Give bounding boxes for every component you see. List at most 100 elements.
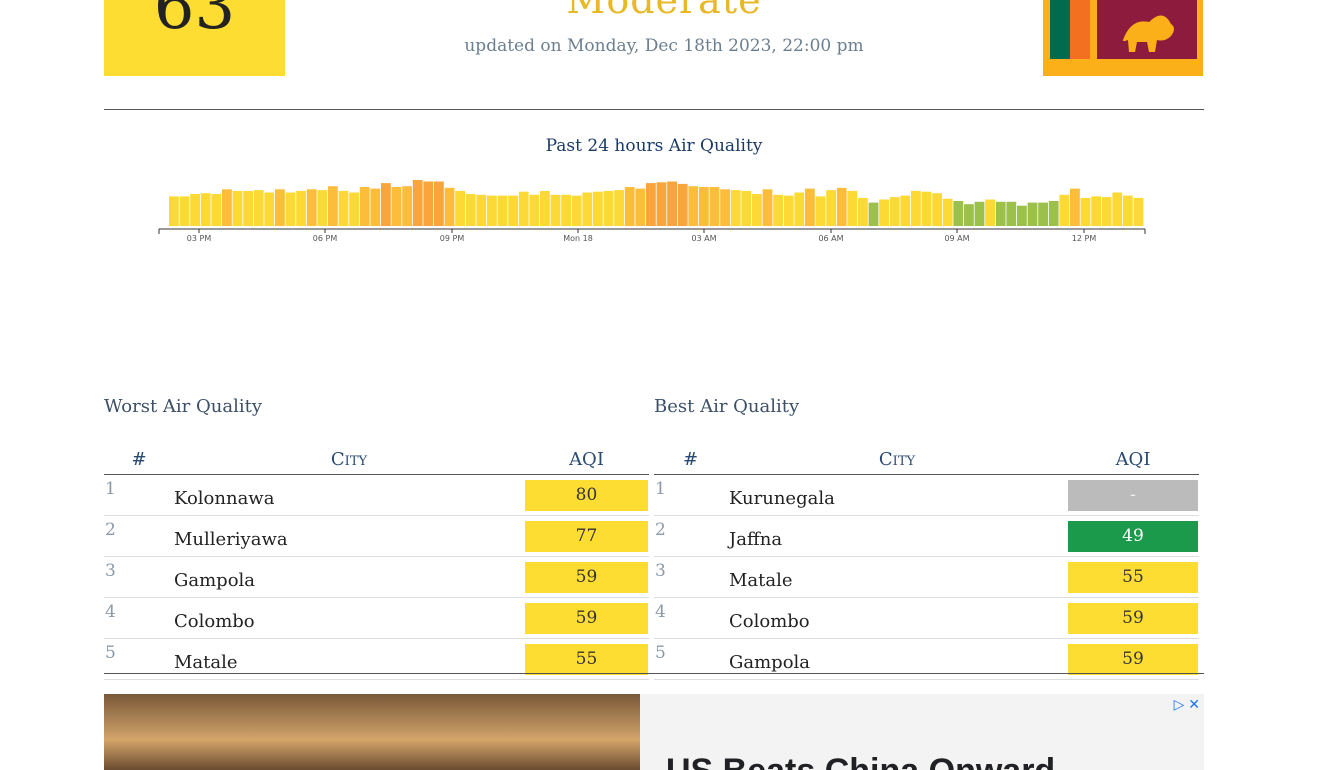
chart-bar[interactable] — [487, 195, 497, 226]
chart-bar[interactable] — [773, 194, 783, 226]
chart-bar[interactable] — [550, 194, 561, 226]
chart-bar[interactable] — [995, 201, 1006, 226]
chart-bar[interactable] — [646, 183, 656, 226]
chart-bar[interactable] — [942, 198, 953, 226]
chart-bar[interactable] — [624, 187, 635, 226]
chart-bar[interactable] — [370, 188, 381, 226]
chart-bar[interactable] — [953, 201, 964, 226]
chart-bar[interactable] — [762, 189, 773, 226]
chart-bar[interactable] — [476, 194, 487, 226]
chart-bar[interactable] — [635, 188, 646, 226]
chart-bar[interactable] — [741, 190, 752, 226]
chart-bar[interactable] — [900, 195, 911, 226]
table-row[interactable]: 1 Kolonnawa 80 — [104, 474, 649, 516]
chart-bar[interactable] — [1006, 201, 1017, 226]
chart-bar[interactable] — [815, 196, 826, 226]
chart-bar[interactable] — [1133, 197, 1144, 226]
chart-bar[interactable] — [412, 180, 423, 226]
chart-bar[interactable] — [423, 181, 434, 227]
chart-bar[interactable] — [656, 182, 667, 226]
chart-bar[interactable] — [328, 186, 338, 226]
city-link[interactable]: Colombo — [727, 597, 1067, 639]
chart-bar[interactable] — [985, 199, 995, 227]
chart-bar[interactable] — [805, 188, 815, 226]
chart-bar[interactable] — [677, 183, 688, 226]
chart-bar[interactable] — [752, 194, 762, 226]
chart-bar[interactable] — [1027, 202, 1038, 226]
chart-bar[interactable] — [1101, 197, 1112, 226]
chart-bar[interactable] — [603, 190, 614, 226]
chart-bar[interactable] — [434, 181, 444, 227]
chart-bar[interactable] — [200, 193, 211, 226]
chart-bar[interactable] — [1091, 196, 1101, 226]
chart-bar[interactable] — [179, 196, 190, 226]
chart-bar[interactable] — [1017, 205, 1027, 226]
chart-bar[interactable] — [593, 191, 603, 226]
chart-bar[interactable] — [497, 195, 508, 226]
chart-bar[interactable] — [974, 201, 985, 226]
chart-bar[interactable] — [391, 187, 402, 226]
chart-bar[interactable] — [317, 190, 328, 226]
ad-headline[interactable]: US Beats China Onward — [666, 752, 1055, 770]
chart-bar[interactable] — [1059, 194, 1070, 226]
chart-bar[interactable] — [444, 187, 455, 226]
chart-bar[interactable] — [190, 194, 200, 226]
city-link[interactable]: Kolonnawa — [174, 474, 524, 516]
chart-bar[interactable] — [264, 192, 275, 227]
chart-bar[interactable] — [836, 187, 847, 226]
chart-bar[interactable] — [964, 204, 974, 226]
chart-bar[interactable] — [508, 195, 518, 226]
chart-bar[interactable] — [614, 190, 624, 226]
city-link[interactable]: Gampola — [174, 556, 524, 598]
chart-bar[interactable] — [306, 189, 317, 226]
table-row[interactable]: 2 Mulleriyawa 77 — [104, 515, 649, 557]
chart-bar[interactable] — [275, 189, 285, 226]
chart-bar[interactable] — [911, 190, 921, 226]
chart-bar[interactable] — [921, 191, 932, 226]
chart-bar[interactable] — [1080, 197, 1091, 226]
ad-image[interactable] — [104, 694, 640, 770]
chart-bar[interactable] — [381, 183, 391, 226]
chart-bar[interactable] — [243, 190, 253, 226]
chart-bar[interactable] — [889, 197, 900, 226]
chart-bar[interactable] — [667, 181, 677, 227]
table-row[interactable]: 4 Colombo 59 — [654, 597, 1199, 639]
chart-bar[interactable] — [879, 199, 889, 227]
chart-bar[interactable] — [402, 186, 412, 226]
city-link[interactable]: Matale — [727, 556, 1067, 598]
chart-bar[interactable] — [296, 190, 306, 226]
chart-bar[interactable] — [688, 186, 699, 226]
chart-bar[interactable] — [1112, 192, 1123, 227]
chart-bar[interactable] — [222, 189, 232, 226]
chart-bar[interactable] — [783, 195, 794, 226]
chart-bar[interactable] — [1123, 195, 1133, 226]
chart-bar[interactable] — [465, 194, 476, 226]
chart-bar[interactable] — [338, 190, 349, 226]
chart-bar[interactable] — [1038, 202, 1048, 226]
city-link[interactable]: Kurunegala — [727, 474, 1067, 516]
chart-bar[interactable] — [232, 190, 243, 226]
chart-bar[interactable] — [169, 196, 179, 226]
chart-bar[interactable] — [253, 190, 264, 226]
chart-bar[interactable] — [349, 192, 359, 227]
chart-bar[interactable] — [540, 190, 550, 226]
chart-bar[interactable] — [720, 189, 730, 226]
chart-bar[interactable] — [699, 187, 709, 226]
chart-bar[interactable] — [518, 191, 529, 226]
chart-bar[interactable] — [1048, 201, 1059, 226]
chart-bar[interactable] — [847, 190, 858, 226]
table-row[interactable]: 3 Gampola 59 — [104, 556, 649, 598]
chart-bar[interactable] — [709, 187, 720, 226]
chart-bar[interactable] — [561, 194, 571, 226]
chart-bar[interactable] — [730, 190, 741, 226]
table-row[interactable]: 2 Jaffna 49 — [654, 515, 1199, 557]
chart-bar[interactable] — [285, 192, 296, 227]
chart-bar[interactable] — [359, 187, 370, 226]
chart-bar[interactable] — [826, 190, 836, 226]
chart-bar[interactable] — [868, 202, 879, 226]
advertisement[interactable]: ▷ ✕ US Beats China Onward — [104, 694, 1204, 770]
table-row[interactable]: 1 Kurunegala - — [654, 474, 1199, 516]
chart-bar[interactable] — [529, 194, 540, 226]
city-link[interactable]: Jaffna — [727, 515, 1067, 557]
chart-bar[interactable] — [932, 193, 942, 226]
